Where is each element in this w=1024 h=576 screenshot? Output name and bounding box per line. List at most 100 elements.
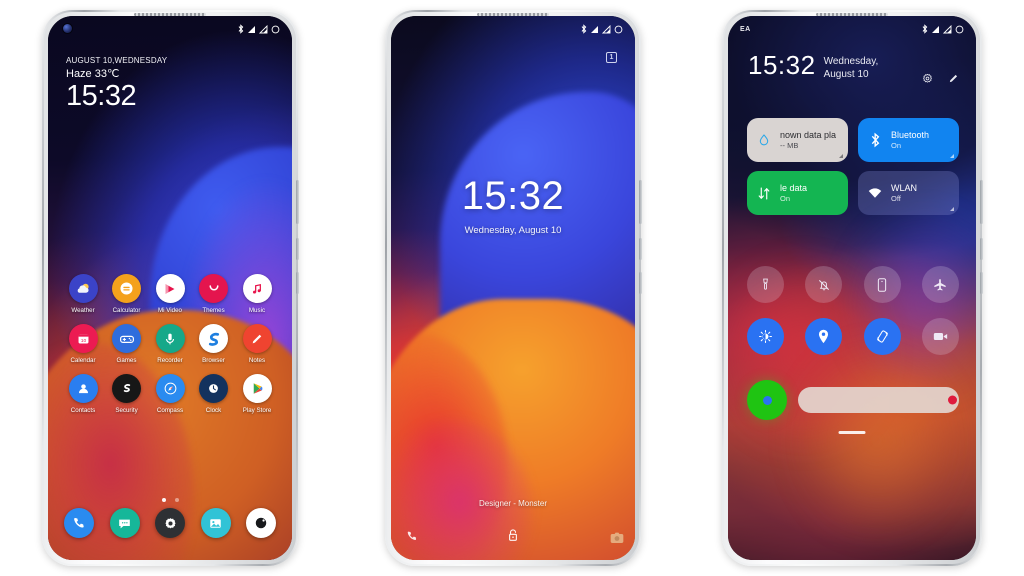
app-notes[interactable]: Notes bbox=[236, 324, 278, 364]
app-calculator[interactable]: Calculator bbox=[106, 274, 148, 314]
app-recorder[interactable]: Recorder bbox=[149, 324, 191, 364]
phone-2-display[interactable]: 1 15:32 Wednesday, August 10 Designer - … bbox=[391, 16, 635, 560]
app-label: Weather bbox=[71, 307, 95, 314]
auto-brightness-toggle[interactable] bbox=[747, 318, 784, 355]
oneplus-mark: 1 bbox=[609, 54, 614, 61]
volume-button[interactable] bbox=[296, 180, 299, 224]
volume-button[interactable] bbox=[980, 180, 983, 224]
phone-3-display[interactable]: EA 15:32 Wednesday, August 10 nown data … bbox=[728, 16, 976, 560]
status-bar-icons bbox=[581, 24, 623, 34]
slider-knob[interactable] bbox=[948, 395, 957, 405]
app-games[interactable]: Games bbox=[106, 324, 148, 364]
phone-1-display[interactable]: AUGUST 10,WEDNESDAY Haze 33℃ 15:32 Weath… bbox=[48, 16, 292, 560]
gamepad-icon bbox=[112, 324, 141, 353]
settings-app[interactable] bbox=[155, 508, 185, 538]
signal-icon bbox=[259, 24, 268, 33]
qs-tile-text: nown data pla -- MB bbox=[780, 130, 836, 150]
flashlight-toggle[interactable] bbox=[747, 266, 784, 303]
page-dot-1[interactable] bbox=[161, 498, 166, 502]
app-label: Compass bbox=[156, 407, 184, 414]
app-weather[interactable]: Weather bbox=[62, 274, 104, 314]
home-dock bbox=[56, 508, 284, 538]
brightness-slider[interactable] bbox=[798, 387, 959, 413]
expand-corner-icon[interactable] bbox=[950, 154, 954, 158]
power-button[interactable] bbox=[639, 238, 642, 260]
app-mi-video[interactable]: Mi Video bbox=[149, 274, 191, 314]
app-music[interactable]: Music bbox=[236, 274, 278, 314]
page-dot-2[interactable] bbox=[174, 498, 179, 502]
lock-icon[interactable] bbox=[506, 527, 521, 549]
qs-tile-wlan[interactable]: WLAN Off bbox=[858, 171, 959, 215]
alert-slider[interactable] bbox=[980, 272, 983, 294]
bluetooth-icon bbox=[922, 24, 928, 34]
app-compass[interactable]: Compass bbox=[149, 374, 191, 414]
airplane-mode-toggle[interactable] bbox=[921, 266, 959, 303]
app-label: Contacts bbox=[70, 407, 96, 414]
qs-tile-text: le data On bbox=[780, 183, 807, 203]
camera-app[interactable] bbox=[246, 508, 276, 538]
location-toggle[interactable] bbox=[805, 318, 843, 355]
messages-app[interactable] bbox=[109, 508, 140, 538]
gallery-app[interactable] bbox=[200, 508, 231, 538]
power-button[interactable] bbox=[296, 238, 299, 260]
qs-toggle-row-1 bbox=[747, 266, 959, 303]
contacts-icon bbox=[68, 374, 98, 403]
designer-credit: Designer - Monster bbox=[478, 499, 548, 508]
app-label: Security bbox=[115, 407, 138, 414]
bell-slash-icon bbox=[818, 279, 829, 290]
app-label: Calendar bbox=[70, 357, 96, 364]
qs-tile-bluetooth[interactable]: Bluetooth On bbox=[858, 118, 959, 162]
silent-mode-toggle[interactable] bbox=[805, 266, 843, 303]
app-calendar[interactable]: 10 Calendar bbox=[62, 324, 104, 364]
app-label: Recorder bbox=[157, 357, 183, 364]
gear-icon[interactable] bbox=[921, 72, 934, 90]
camera-icon[interactable] bbox=[609, 531, 625, 550]
qs-tile-sub: On bbox=[891, 141, 902, 150]
expand-corner-icon[interactable] bbox=[839, 154, 843, 158]
app-browser[interactable]: Browser bbox=[193, 324, 235, 364]
qs-tile-mobile-data[interactable]: le data On bbox=[747, 171, 848, 215]
qs-tile-data-usage[interactable]: nown data pla -- MB bbox=[747, 118, 848, 162]
phone-app[interactable] bbox=[64, 508, 94, 538]
signal-icon bbox=[248, 25, 255, 33]
video-icon bbox=[155, 274, 185, 303]
app-clock[interactable]: Clock bbox=[193, 374, 235, 414]
alert-slider[interactable] bbox=[296, 272, 299, 294]
qs-header-actions bbox=[921, 72, 960, 90]
pencil-icon[interactable] bbox=[947, 72, 960, 90]
screenshot-button[interactable] bbox=[747, 380, 787, 420]
calculator-icon bbox=[112, 274, 141, 303]
alert-slider[interactable] bbox=[639, 272, 642, 294]
battery-icon bbox=[614, 25, 623, 33]
qs-tile-text: Bluetooth On bbox=[891, 130, 929, 150]
cast-screen-toggle[interactable] bbox=[863, 266, 901, 303]
bluetooth-icon bbox=[867, 132, 883, 148]
screenshot-icon bbox=[762, 395, 772, 405]
brightness-icon bbox=[759, 330, 772, 343]
app-label: Music bbox=[248, 307, 266, 314]
phone-1-home-screen: AUGUST 10,WEDNESDAY Haze 33℃ 15:32 Weath… bbox=[42, 10, 299, 566]
app-row-2: 10 Calendar Games Recorder Browser Notes bbox=[56, 324, 284, 364]
expand-corner-icon[interactable] bbox=[950, 207, 954, 211]
panel-drag-handle[interactable] bbox=[838, 431, 866, 434]
volume-button[interactable] bbox=[639, 180, 642, 224]
weather-icon bbox=[68, 274, 98, 303]
qs-date-line-1: Wednesday, bbox=[823, 56, 879, 67]
phone-icon[interactable] bbox=[405, 529, 419, 548]
app-play-store[interactable]: Play Store bbox=[236, 374, 278, 414]
app-themes[interactable]: Themes bbox=[193, 274, 235, 314]
app-security[interactable]: Security bbox=[106, 374, 148, 414]
mobile-data-icon bbox=[756, 186, 772, 201]
themes-icon bbox=[199, 274, 228, 303]
lock-clock: 15:32 Wednesday, August 10 bbox=[391, 176, 635, 236]
page-indicator[interactable] bbox=[48, 498, 292, 502]
auto-rotate-toggle[interactable] bbox=[863, 318, 901, 355]
qs-time: 15:32 bbox=[748, 50, 816, 80]
lock-date: Wednesday, August 10 bbox=[464, 225, 562, 236]
app-label: Mi Video bbox=[158, 307, 182, 314]
app-contacts[interactable]: Contacts bbox=[62, 374, 104, 414]
home-clock-widget[interactable]: AUGUST 10,WEDNESDAY Haze 33℃ 15:32 bbox=[66, 56, 167, 111]
widget-date: AUGUST 10,WEDNESDAY bbox=[66, 56, 168, 65]
screen-record-toggle[interactable] bbox=[921, 318, 959, 355]
power-button[interactable] bbox=[980, 238, 983, 260]
